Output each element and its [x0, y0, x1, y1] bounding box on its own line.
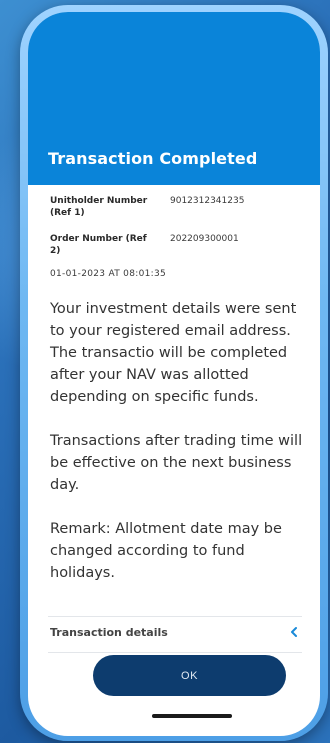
- page-title: Transaction Completed: [48, 149, 258, 168]
- message-paragraph: Transactions after trading time will be …: [50, 433, 303, 493]
- unitholder-label: Unitholder Number (Ref 1): [50, 196, 148, 218]
- background: Transaction Completed Unitholder Number …: [0, 0, 330, 743]
- unitholder-value: 9012312341235: [170, 196, 245, 206]
- order-value: 202209300001: [170, 234, 239, 244]
- header-band: Transaction Completed: [28, 12, 320, 185]
- unitholder-row: Unitholder Number (Ref 1) 9012312341235: [50, 195, 305, 233]
- chevron-left-icon[interactable]: [286, 622, 302, 642]
- transaction-info: Unitholder Number (Ref 1) 9012312341235 …: [50, 195, 305, 271]
- divider: [48, 652, 302, 653]
- phone-screen: Transaction Completed Unitholder Number …: [28, 12, 320, 736]
- message-body: Your investment details were sent to you…: [50, 298, 312, 606]
- message-paragraph: Remark: Allotment date may be changed ac…: [50, 521, 282, 581]
- ok-button[interactable]: OK: [93, 655, 286, 696]
- divider: [48, 616, 302, 617]
- order-row: Order Number (Ref 2) 202209300001: [50, 233, 305, 271]
- order-label: Order Number (Ref 2): [50, 234, 147, 256]
- transaction-date: 01-01-2023 AT 08:01:35: [50, 269, 167, 279]
- home-indicator: [152, 714, 232, 718]
- transaction-details-label: Transaction details: [50, 626, 168, 639]
- message-paragraph: Your investment details were sent to you…: [50, 301, 297, 405]
- transaction-details-row[interactable]: Transaction details: [50, 618, 302, 650]
